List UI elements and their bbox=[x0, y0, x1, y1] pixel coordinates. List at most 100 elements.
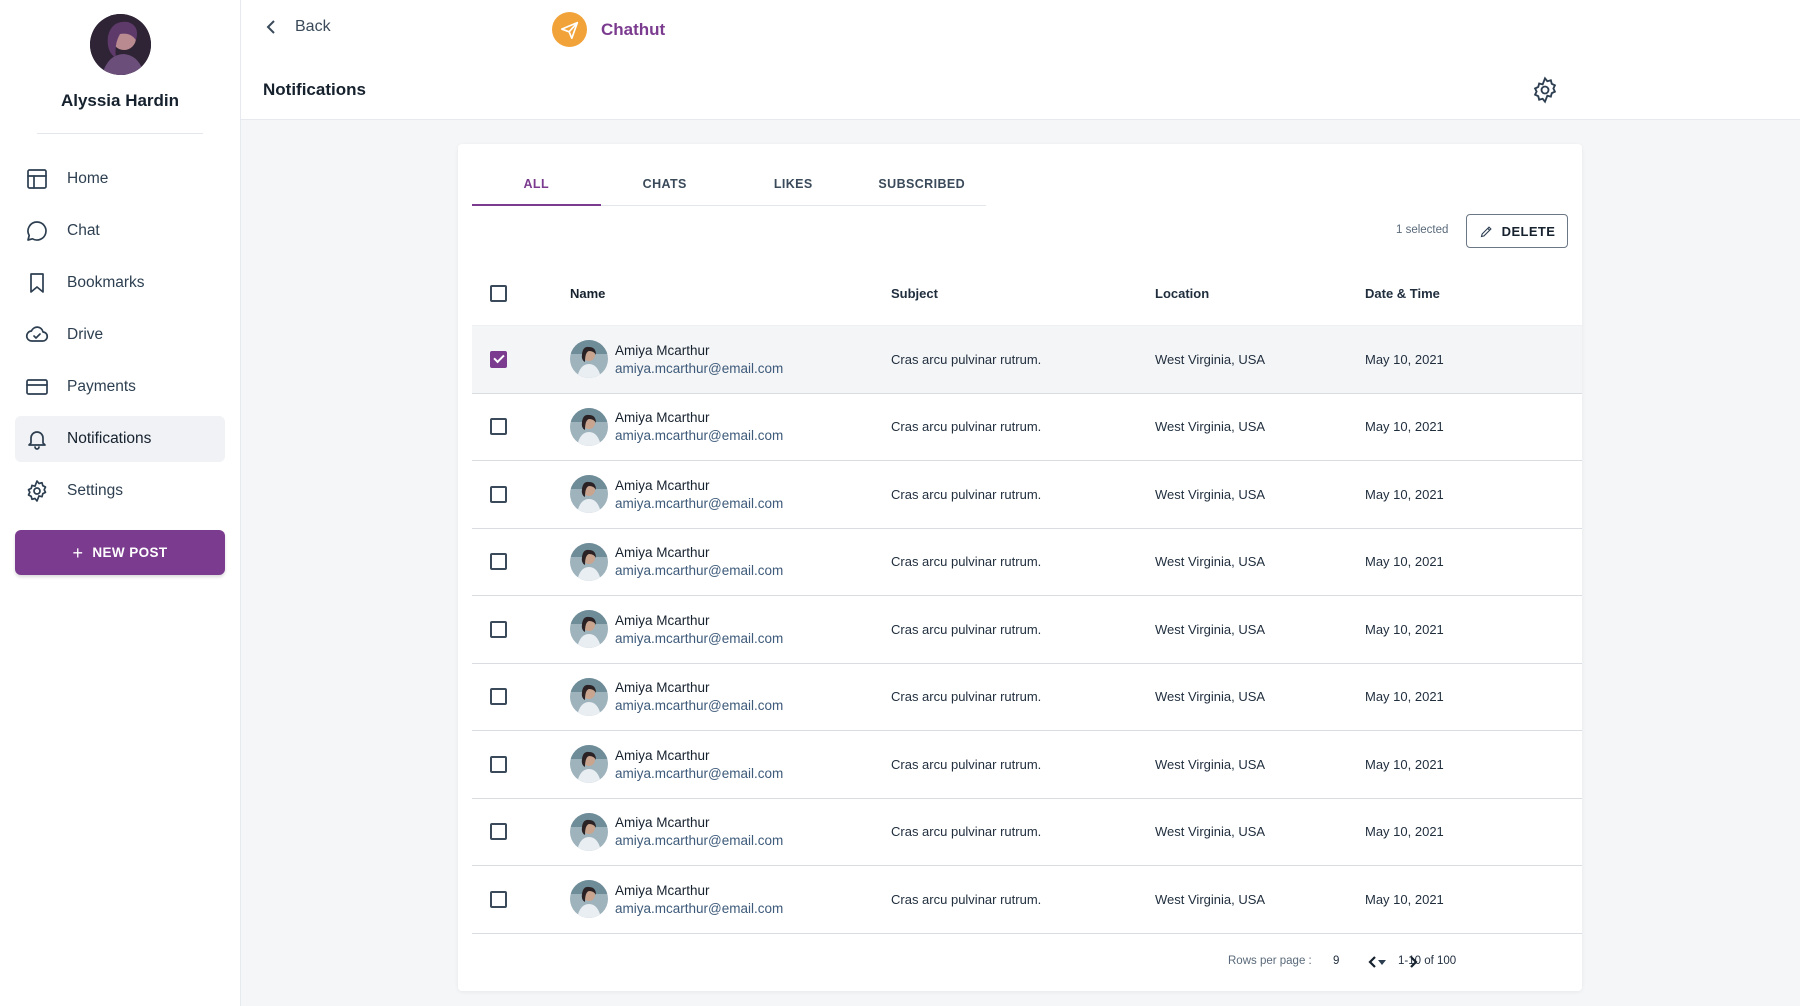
subject-cell: Cras arcu pulvinar rutrum. bbox=[891, 756, 1042, 772]
delete-label: DELETE bbox=[1501, 223, 1556, 239]
date-cell: May 10, 2021 bbox=[1365, 689, 1444, 705]
column-header-location[interactable]: Location bbox=[1155, 286, 1365, 301]
row-checkbox[interactable] bbox=[490, 620, 507, 638]
tab-all[interactable]: ALL bbox=[472, 164, 601, 206]
table-row[interactable]: Amiya Mcarthur amiya.mcarthur@email.com … bbox=[472, 731, 1582, 799]
row-checkbox[interactable] bbox=[490, 553, 507, 571]
location-cell: West Virginia, USA bbox=[1155, 419, 1266, 435]
table-row[interactable]: Amiya Mcarthur amiya.mcarthur@email.com … bbox=[472, 596, 1582, 664]
location-cell: West Virginia, USA bbox=[1155, 621, 1266, 637]
contact-email: amiya.mcarthur@email.com bbox=[615, 428, 784, 444]
subject-cell: Cras arcu pulvinar rutrum. bbox=[891, 824, 1042, 840]
location-cell: West Virginia, USA bbox=[1155, 756, 1266, 772]
row-checkbox-cell bbox=[472, 553, 570, 571]
sidebar-item-label: Bookmarks bbox=[67, 274, 145, 291]
row-checkbox[interactable] bbox=[490, 485, 507, 503]
row-checkbox[interactable] bbox=[490, 823, 507, 841]
notifications-table: Name Subject Location Date & Time Amiya … bbox=[472, 262, 1582, 934]
row-checkbox-cell bbox=[472, 890, 570, 908]
gear-icon bbox=[1533, 76, 1557, 104]
sidebar-item-label: Settings bbox=[67, 482, 124, 499]
table-row[interactable]: Amiya Mcarthur amiya.mcarthur@email.com … bbox=[472, 394, 1582, 461]
sidebar-item-label: Notifications bbox=[67, 430, 152, 447]
name-cell: Amiya Mcarthur amiya.mcarthur@email.com bbox=[570, 610, 891, 649]
sidebar-item-payments[interactable]: Payments bbox=[15, 364, 225, 410]
settings-button[interactable] bbox=[1531, 76, 1559, 104]
date-cell: May 10, 2021 bbox=[1365, 824, 1444, 840]
row-checkbox[interactable] bbox=[490, 418, 507, 436]
tab-subscribed[interactable]: SUBSCRIBED bbox=[858, 164, 987, 205]
credit-card-icon bbox=[25, 375, 49, 399]
user-avatar[interactable] bbox=[89, 14, 151, 75]
chevron-left-icon bbox=[1368, 956, 1376, 968]
contact-name: Amiya Mcarthur bbox=[615, 882, 710, 898]
table-row[interactable]: Amiya Mcarthur amiya.mcarthur@email.com … bbox=[472, 461, 1582, 529]
name-cell: Amiya Mcarthur amiya.mcarthur@email.com bbox=[570, 677, 891, 716]
subject-cell: Cras arcu pulvinar rutrum. bbox=[891, 419, 1042, 435]
rows-per-page-select[interactable]: 9 bbox=[1333, 955, 1339, 967]
tab-likes[interactable]: LIKES bbox=[729, 164, 858, 205]
delete-button[interactable]: DELETE bbox=[1466, 214, 1568, 248]
name-cell: Amiya Mcarthur amiya.mcarthur@email.com bbox=[570, 475, 891, 514]
table-row[interactable]: Amiya Mcarthur amiya.mcarthur@email.com … bbox=[472, 664, 1582, 731]
top-bar: Back Chathut Notifications bbox=[241, 0, 1800, 120]
name-cell: Amiya Mcarthur amiya.mcarthur@email.com bbox=[570, 812, 891, 851]
brand[interactable]: Chathut bbox=[552, 12, 665, 47]
contact-name: Amiya Mcarthur bbox=[615, 747, 710, 763]
new-post-button[interactable]: + NEW POST bbox=[15, 530, 225, 575]
row-checkbox[interactable] bbox=[490, 350, 507, 368]
previous-page-button[interactable] bbox=[1363, 952, 1383, 972]
notifications-card: ALL CHATS LIKES SUBSCRIBED 1 selected DE… bbox=[458, 144, 1582, 991]
table-row[interactable]: Amiya Mcarthur amiya.mcarthur@email.com … bbox=[472, 326, 1582, 394]
column-header-name[interactable]: Name bbox=[570, 286, 891, 301]
sidebar-item-drive[interactable]: Drive bbox=[15, 312, 225, 358]
contact-name: Amiya Mcarthur bbox=[615, 410, 710, 426]
table-row[interactable]: Amiya Mcarthur amiya.mcarthur@email.com … bbox=[472, 799, 1582, 866]
row-checkbox[interactable] bbox=[490, 755, 507, 773]
contact-info: Amiya Mcarthur amiya.mcarthur@email.com bbox=[615, 545, 783, 578]
sidebar-item-label: Chat bbox=[67, 222, 100, 239]
contact-email: amiya.mcarthur@email.com bbox=[615, 360, 784, 376]
contact-avatar bbox=[570, 340, 608, 379]
column-header-subject[interactable]: Subject bbox=[891, 286, 1155, 301]
sidebar-item-notifications[interactable]: Notifications bbox=[15, 416, 225, 462]
next-page-button[interactable] bbox=[1403, 952, 1423, 972]
contact-avatar bbox=[570, 880, 608, 919]
row-checkbox-cell bbox=[472, 620, 570, 638]
subject-cell: Cras arcu pulvinar rutrum. bbox=[891, 621, 1042, 637]
date-cell: May 10, 2021 bbox=[1365, 756, 1444, 772]
user-name: Alyssia Hardin bbox=[60, 91, 180, 110]
tab-chats[interactable]: CHATS bbox=[601, 164, 730, 205]
row-checkbox[interactable] bbox=[490, 890, 507, 908]
sidebar-item-home[interactable]: Home bbox=[15, 156, 225, 202]
location-cell: West Virginia, USA bbox=[1155, 891, 1266, 907]
contact-email: amiya.mcarthur@email.com bbox=[615, 765, 784, 781]
cloud-icon bbox=[25, 323, 49, 347]
sidebar-item-chat[interactable]: Chat bbox=[15, 208, 225, 254]
table-row[interactable]: Amiya Mcarthur amiya.mcarthur@email.com … bbox=[472, 529, 1582, 596]
column-header-date-time[interactable]: Date & Time bbox=[1365, 286, 1565, 301]
row-checkbox-cell bbox=[472, 485, 570, 503]
contact-name: Amiya Mcarthur bbox=[615, 680, 710, 696]
contact-info: Amiya Mcarthur amiya.mcarthur@email.com bbox=[615, 613, 783, 646]
contact-avatar bbox=[570, 475, 608, 514]
sidebar-item-settings[interactable]: Settings bbox=[15, 468, 225, 514]
sidebar-nav: Home Chat Bookmarks Drive Payments Notif… bbox=[0, 156, 240, 514]
contact-name: Amiya Mcarthur bbox=[615, 342, 710, 358]
back-button[interactable]: Back bbox=[263, 18, 331, 36]
row-checkbox-cell bbox=[472, 755, 570, 773]
select-all-checkbox[interactable] bbox=[490, 285, 507, 302]
contact-avatar bbox=[570, 542, 608, 581]
sidebar-item-label: Home bbox=[67, 170, 109, 187]
row-checkbox[interactable] bbox=[490, 688, 507, 706]
table-row[interactable]: Amiya Mcarthur amiya.mcarthur@email.com … bbox=[472, 866, 1582, 934]
contact-avatar bbox=[570, 812, 608, 851]
page-title: Notifications bbox=[263, 80, 366, 99]
sidebar-item-bookmarks[interactable]: Bookmarks bbox=[15, 260, 225, 306]
contact-email: amiya.mcarthur@email.com bbox=[615, 833, 784, 849]
table-header: Name Subject Location Date & Time bbox=[472, 262, 1582, 326]
contact-email: amiya.mcarthur@email.com bbox=[615, 900, 784, 916]
date-cell: May 10, 2021 bbox=[1365, 891, 1444, 907]
contact-email: amiya.mcarthur@email.com bbox=[615, 630, 784, 646]
contact-info: Amiya Mcarthur amiya.mcarthur@email.com bbox=[615, 343, 783, 376]
